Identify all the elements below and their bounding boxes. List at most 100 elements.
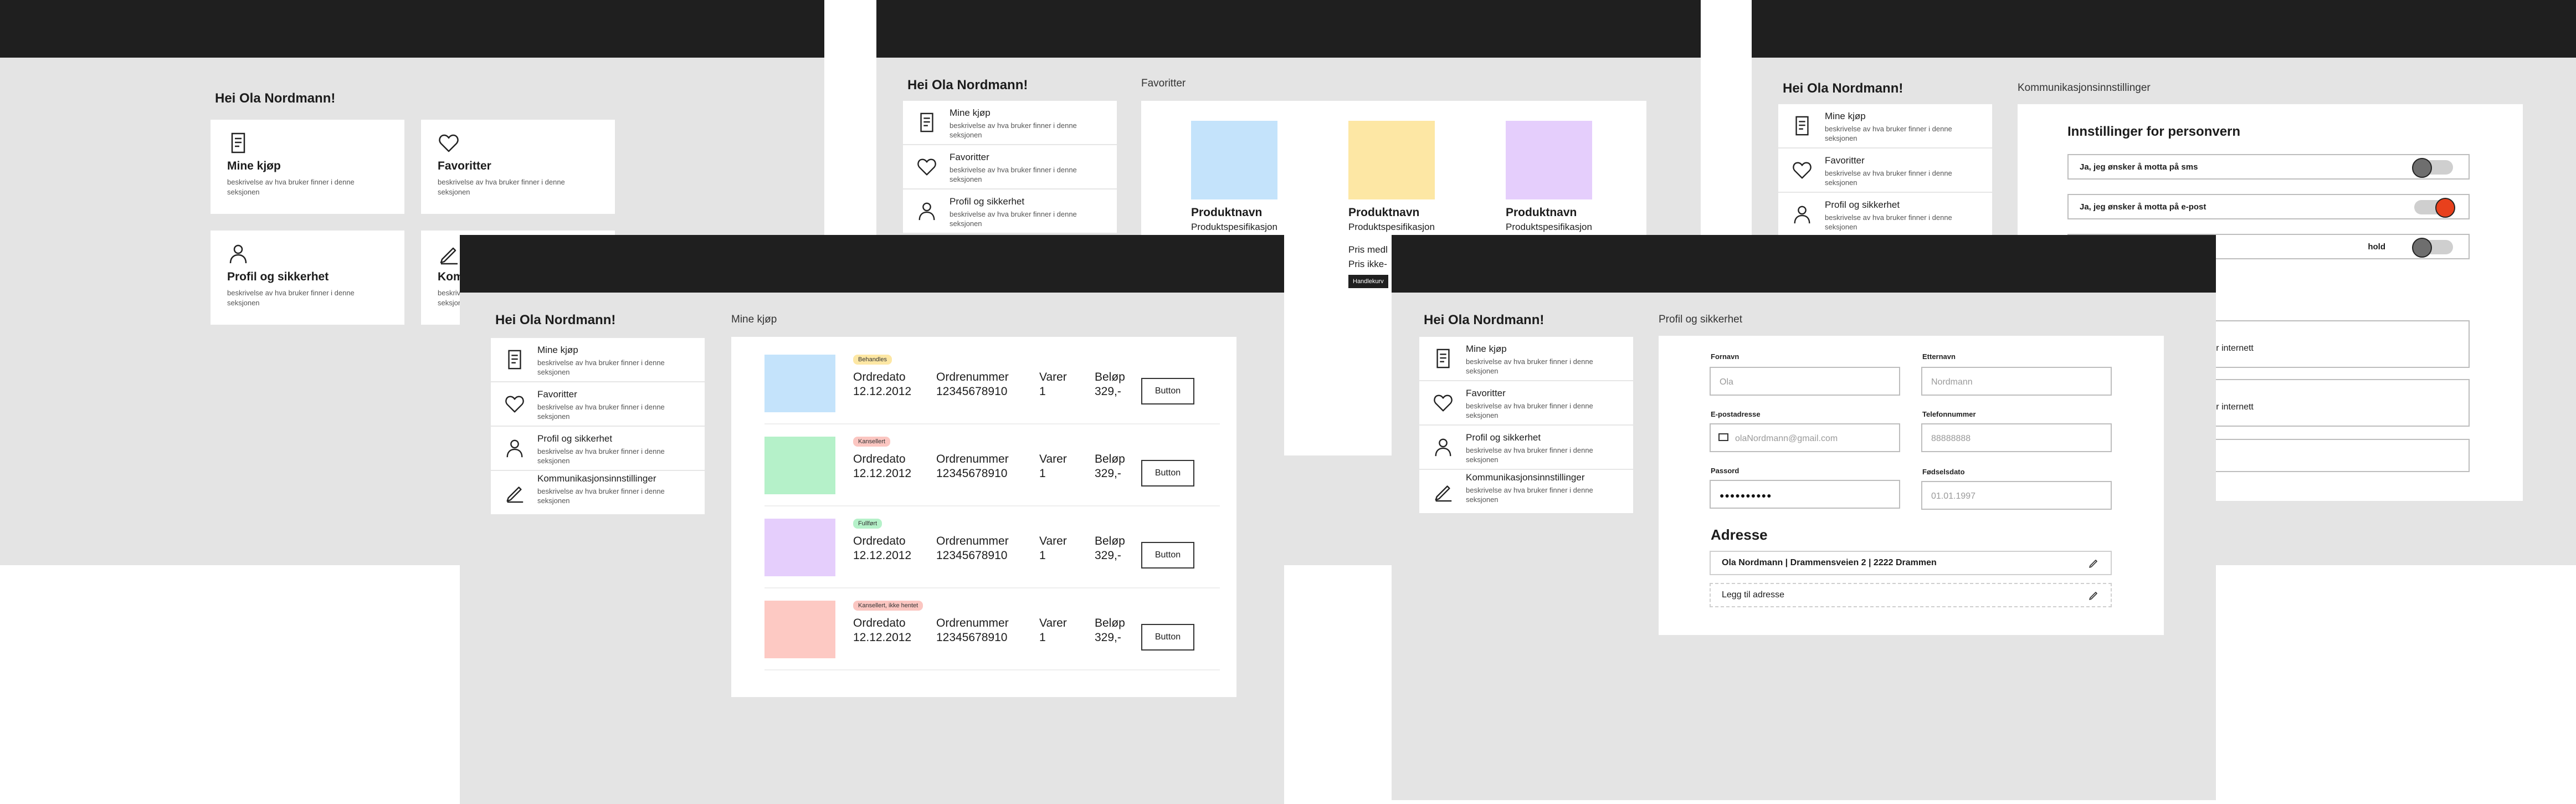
sidebar-item-my-purchases[interactable]: Mine kjøp beskrivelse av hva bruker finn… [491, 338, 705, 382]
col-label: Ordrenummer [936, 453, 1009, 465]
sidebar: Mine kjøp beskrivelse av hva bruker finn… [1419, 337, 1633, 513]
sidebar-item-description: beskrivelse av hva bruker finner i denne… [537, 447, 665, 465]
product-name: Produktnavn [1506, 206, 1577, 219]
cart-button[interactable]: Handlekurv [1348, 275, 1388, 288]
sms-consent-row: Ja, jeg ønsker å motta på sms [2067, 154, 2470, 180]
section-title: Innstillinger for personvern [2067, 124, 2241, 139]
page-title: Mine kjøp [731, 314, 777, 325]
sidebar-item-profile[interactable]: Profil og sikkerhet beskrivelse av hva b… [903, 190, 1117, 234]
col-value: 12.12.2012 [853, 549, 912, 562]
last-name-field[interactable]: Nordmann [1921, 367, 2112, 396]
col-value: 329,- [1095, 467, 1121, 480]
sidebar-item-description: beskrivelse av hva bruker finner i denne… [537, 403, 665, 421]
col-value: 12345678910 [936, 385, 1008, 398]
col-label: Beløp [1095, 453, 1125, 465]
order-button[interactable]: Button [1141, 624, 1194, 651]
edit-pencil-icon[interactable] [2088, 557, 2100, 569]
col-value: 12.12.2012 [853, 631, 912, 644]
sidebar-item-communication[interactable]: Kommunikasjonsinnstillinger beskrivelse … [491, 471, 705, 514]
sms-toggle[interactable] [2412, 158, 2453, 178]
card-description: beskrivelse av hva bruker finner i denne… [227, 178, 355, 196]
sidebar-item-label: Favoritter [1825, 155, 1865, 166]
favorite-item[interactable]: Produktnavn Produktspesifikasjon [1506, 121, 1639, 233]
top-bar [1752, 0, 2576, 58]
col-value: 12345678910 [936, 467, 1008, 480]
sidebar-item-label: Profil og sikkerhet [1825, 199, 1900, 210]
sidebar-item-my-purchases[interactable]: Mine kjøp beskrivelse av hva bruker finn… [1778, 104, 1992, 148]
favorite-item[interactable]: Produktnavn Produktspesifikasjon [1191, 121, 1324, 233]
greeting: Hei Ola Nordmann! [1783, 81, 1903, 96]
product-spec: Produktspesifikasjon [1191, 222, 1277, 232]
sidebar-item-label: Mine kjøp [950, 107, 991, 118]
order-row: Behandles Ordredato 12.12.2012 Ordrenumme… [764, 341, 1220, 424]
sidebar-item-label: Profil og sikkerhet [1466, 432, 1541, 443]
product-name: Produktnavn [1348, 206, 1420, 219]
sidebar-item-communication[interactable]: Kommunikasjonsinnstillinger beskrivelse … [1419, 470, 1633, 513]
col-label: Varer [1039, 535, 1067, 547]
birthdate-field[interactable]: 01.01.1997 [1921, 481, 2112, 510]
person-icon [916, 201, 937, 222]
sidebar-item-favorites[interactable]: Favoritter beskrivelse av hva bruker fin… [903, 145, 1117, 190]
sidebar-item-description: beskrivelse av hva bruker finner i denne… [1466, 446, 1593, 464]
order-items: Varer 1 [1039, 370, 1067, 399]
sms-consent-label: Ja, jeg ønsker å motta på sms [2080, 162, 2198, 172]
status-badge: Kansellert [853, 437, 890, 447]
col-label: Ordrenummer [936, 617, 1009, 629]
status-badge: Fullført [853, 519, 882, 529]
birthdate-label: Fødselsdato [1922, 468, 1965, 476]
sidebar-item-description: beskrivelse av hva bruker finner i denne… [1466, 486, 1593, 504]
page-title: Kommunikasjonsinnstillinger [2018, 82, 2151, 94]
heart-icon [1433, 392, 1454, 413]
status-badge: Kansellert, ikke hentet [853, 601, 923, 611]
card-label: Mine kjøp [227, 160, 281, 172]
address-value: Ola Nordmann | Drammensveien 2 | 2222 Dr… [1722, 558, 1937, 567]
sidebar-item-favorites[interactable]: Favoritter beskrivelse av hva bruker fin… [1419, 381, 1633, 426]
sidebar-item-label: Profil og sikkerhet [950, 196, 1025, 207]
order-button[interactable]: Button [1141, 378, 1194, 404]
order-button[interactable]: Button [1141, 542, 1194, 569]
receipt-icon [504, 349, 525, 370]
phone-field[interactable]: 88888888 [1921, 423, 2112, 452]
sidebar-item-profile[interactable]: Profil og sikkerhet beskrivelse av hva b… [491, 427, 705, 471]
order-items: Varer 1 [1039, 534, 1067, 563]
sidebar-item-profile[interactable]: Profil og sikkerhet beskrivelse av hva b… [1419, 426, 1633, 470]
add-address-row[interactable]: Legg til adresse [1710, 583, 2112, 607]
greeting: Hei Ola Nordmann! [907, 78, 1028, 93]
person-icon [1792, 204, 1813, 225]
phone-label: Telefonnummer [1922, 410, 1976, 418]
order-date: Ordredato 12.12.2012 [853, 616, 911, 645]
dashboard-card-my-purchases[interactable]: Mine kjøp beskrivelse av hva bruker finn… [211, 120, 404, 214]
sidebar-item-favorites[interactable]: Favoritter beskrivelse av hva bruker fin… [491, 382, 705, 427]
first-name-field[interactable]: Ola [1710, 367, 1900, 396]
receipt-icon [1792, 115, 1813, 136]
col-value: 12345678910 [936, 631, 1008, 644]
dashboard-card-favorites[interactable]: Favoritter beskrivelse av hva bruker fin… [421, 120, 615, 214]
dashboard-card-profile[interactable]: Profil og sikkerhet beskrivelse av hva b… [211, 231, 404, 325]
sidebar-item-my-purchases[interactable]: Mine kjøp beskrivelse av hva bruker finn… [1419, 337, 1633, 381]
sidebar-item-profile[interactable]: Profil og sikkerhet beskrivelse av hva b… [1778, 193, 1992, 237]
col-value: 329,- [1095, 385, 1121, 398]
order-number: Ordrenummer 12345678910 [936, 370, 1009, 399]
greeting: Hei Ola Nordmann! [215, 91, 336, 106]
email-toggle[interactable] [2414, 198, 2455, 218]
card-description: beskrivelse av hva bruker finner i denne… [227, 289, 355, 307]
toggle-knob [2412, 158, 2432, 178]
sidebar-item-description: beskrivelse av hva bruker finner i denne… [1825, 125, 1952, 142]
email-field[interactable]: olaNordmann@gmail.com [1710, 423, 1900, 452]
receipt-icon [227, 132, 249, 154]
col-value: 1 [1039, 631, 1046, 644]
sidebar-item-label: Kommunikasjonsinnstillinger [1466, 472, 1585, 483]
sidebar-item-favorites[interactable]: Favoritter beskrivelse av hva bruker fin… [1778, 148, 1992, 193]
password-field[interactable]: ●●●●●●●●●● [1710, 480, 1900, 509]
content-toggle[interactable] [2412, 238, 2453, 258]
edit-pencil-icon[interactable] [2088, 590, 2100, 601]
sidebar-item-my-purchases[interactable]: Mine kjøp beskrivelse av hva bruker finn… [903, 101, 1117, 145]
toggle-knob [2412, 238, 2432, 258]
address-row[interactable]: Ola Nordmann | Drammensveien 2 | 2222 Dr… [1710, 551, 2112, 575]
order-number: Ordrenummer 12345678910 [936, 534, 1009, 563]
address-heading: Adresse [1711, 526, 1768, 543]
order-button[interactable]: Button [1141, 460, 1194, 487]
order-row: Fullført Ordredato 12.12.2012 Ordrenummer… [764, 505, 1220, 588]
order-amount: Beløp 329,- [1095, 452, 1125, 481]
heart-icon [504, 393, 525, 414]
